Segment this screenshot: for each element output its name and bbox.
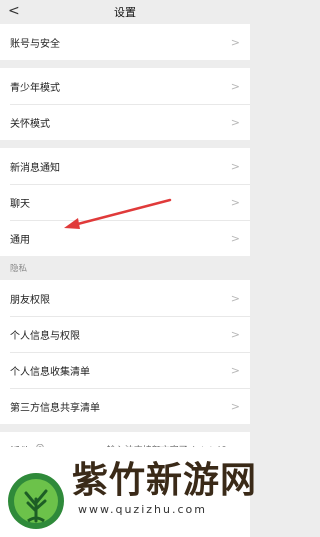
settings-item-label: 新消息通知: [10, 162, 60, 174]
annotation-arrow: [64, 198, 172, 229]
privacy-group: 朋友权限 > 个人信息与权限 > 个人信息收集清单 > 第三方信息共享清单 >: [0, 280, 250, 424]
settings-item-notifications[interactable]: 新消息通知 >: [0, 148, 250, 184]
watermark-banner: 紫竹新游网 www.quzizhu.com: [0, 447, 256, 537]
settings-item-label: 朋友权限: [10, 294, 50, 306]
settings-item-care-mode[interactable]: 关怀模式 >: [0, 104, 250, 140]
settings-item-label: 账号与安全: [10, 38, 60, 50]
settings-item-label: 通用: [10, 234, 30, 246]
chevron-right-icon: >: [230, 231, 240, 245]
chevron-right-icon: >: [230, 291, 240, 305]
back-icon[interactable]: <: [8, 1, 20, 21]
settings-item-third-party-sharing-list[interactable]: 第三方信息共享清单 >: [0, 388, 250, 424]
page-title: 设置: [114, 6, 136, 19]
watermark-title: 紫竹新游网: [72, 460, 258, 501]
settings-item-account-security[interactable]: 账号与安全 >: [0, 24, 250, 60]
settings-item-label: 关怀模式: [10, 118, 50, 130]
mode-group: 青少年模式 > 关怀模式 >: [0, 68, 250, 140]
bamboo-tree-logo-icon: [8, 473, 64, 529]
chevron-right-icon: >: [230, 327, 240, 341]
settings-item-label: 青少年模式: [10, 82, 60, 94]
privacy-section-label: 隐私: [10, 264, 28, 274]
watermark-url: www.quzizhu.com: [78, 503, 207, 516]
nav-bar: < 设置: [0, 0, 250, 24]
settings-item-friend-permissions[interactable]: 朋友权限 >: [0, 280, 250, 316]
settings-item-label: 第三方信息共享清单: [10, 402, 100, 414]
settings-item-info-collection-list[interactable]: 个人信息收集清单 >: [0, 352, 250, 388]
chevron-right-icon: >: [230, 363, 240, 377]
chevron-right-icon: >: [230, 159, 240, 173]
chevron-right-icon: >: [230, 399, 240, 413]
account-group: 账号与安全 >: [0, 24, 250, 60]
settings-item-teen-mode[interactable]: 青少年模式 >: [0, 68, 250, 104]
chevron-right-icon: >: [230, 115, 240, 129]
chevron-right-icon: >: [230, 35, 240, 49]
chevron-right-icon: >: [230, 79, 240, 93]
settings-item-label: 个人信息与权限: [10, 330, 80, 342]
settings-item-label: 个人信息收集清单: [10, 366, 90, 378]
settings-item-personal-info-permissions[interactable]: 个人信息与权限 >: [0, 316, 250, 352]
chevron-right-icon: >: [230, 195, 240, 209]
